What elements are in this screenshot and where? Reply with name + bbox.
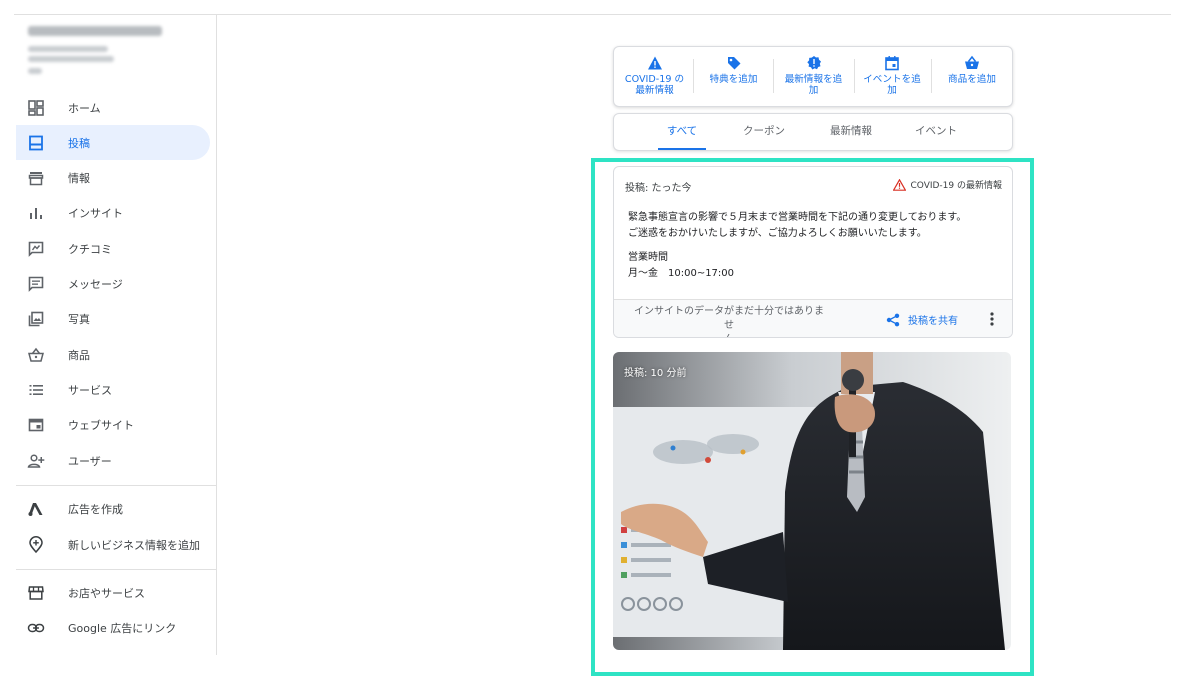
store-icon xyxy=(26,583,46,603)
sidebar-item-store[interactable]: お店やサービス xyxy=(16,575,210,610)
sidebar-item-services[interactable]: サービス xyxy=(16,372,210,407)
sidebar-item-label: 新しいビジネス情報を追加 xyxy=(68,538,200,552)
sidebar-item-label: 写真 xyxy=(68,312,90,326)
sidebar-item-label: 広告を作成 xyxy=(68,502,123,516)
sidebar-item-label: クチコミ xyxy=(68,242,112,256)
photo-icon xyxy=(26,309,46,329)
sidebar-item-label: インサイト xyxy=(68,206,123,220)
sidebar-item-add-business[interactable]: 新しいビジネス情報を追加 xyxy=(16,527,210,562)
sidebar-item-website[interactable]: ウェブサイト xyxy=(16,407,210,442)
add-covid-update-button[interactable]: COVID-19 の 最新情報 xyxy=(618,55,691,96)
add-event-button[interactable]: イベントを追 加 xyxy=(857,55,927,96)
sidebar-item-link-ads[interactable]: Google 広告にリンク xyxy=(16,610,210,645)
sidebar-item-info[interactable]: 情報 xyxy=(16,160,210,195)
highlight-frame xyxy=(591,158,1034,676)
sidebar-item-label: 投稿 xyxy=(68,136,90,150)
sidebar-item-label: ウェブサイト xyxy=(68,418,134,432)
sidebar-item-label: ホーム xyxy=(68,101,101,115)
sidebar-item-label: サービス xyxy=(68,383,112,397)
sidebar-item-label: 商品 xyxy=(68,348,90,362)
top-divider xyxy=(14,14,1171,15)
list-icon xyxy=(26,380,46,400)
dashboard-icon xyxy=(26,98,46,118)
add-update-button[interactable]: 最新情報を追 加 xyxy=(776,55,851,96)
sidebar-item-label: Google 広告にリンク xyxy=(68,621,177,635)
sidebar-item-create-ad[interactable]: 広告を作成 xyxy=(16,491,210,526)
sidebar-item-label: ユーザー xyxy=(68,454,112,468)
add-location-icon xyxy=(26,535,46,555)
sidebar-item-messages[interactable]: メッセージ xyxy=(16,266,210,301)
post-actions-bar: COVID-19 の 最新情報 特典を追加 最新情報を追 加 イベントを追 加 … xyxy=(613,46,1013,107)
sidebar-item-home[interactable]: ホーム xyxy=(16,90,210,125)
tab-coupons[interactable]: クーポン xyxy=(735,114,793,150)
tag-icon xyxy=(727,57,740,70)
storefront-icon xyxy=(26,168,46,188)
sidebar-item-label: メッセージ xyxy=(68,277,123,291)
post-icon xyxy=(26,133,46,153)
business-info-blurred xyxy=(28,22,178,82)
insights-icon xyxy=(26,203,46,223)
post-filter-tabs: すべて クーポン 最新情報 イベント xyxy=(613,113,1013,151)
sidebar-item-label: お店やサービス xyxy=(68,586,145,600)
update-icon xyxy=(806,56,821,70)
add-product-button[interactable]: 商品を追加 xyxy=(937,55,1007,85)
sidebar-separator xyxy=(16,569,216,570)
review-icon xyxy=(26,239,46,259)
add-offer-button[interactable]: 特典を追加 xyxy=(698,55,769,85)
warning-icon xyxy=(647,56,662,70)
add-user-icon xyxy=(26,451,46,471)
sidebar-item-photos[interactable]: 写真 xyxy=(16,301,210,336)
message-icon xyxy=(26,274,46,294)
sidebar-item-posts[interactable]: 投稿 xyxy=(16,125,210,160)
tab-all[interactable]: すべて xyxy=(658,114,706,150)
basket-icon xyxy=(965,55,979,69)
google-ads-icon xyxy=(26,499,46,519)
sidebar-separator xyxy=(16,485,216,486)
tab-events[interactable]: イベント xyxy=(906,114,966,150)
link-icon xyxy=(26,618,46,638)
sidebar-item-reviews[interactable]: クチコミ xyxy=(16,231,210,266)
sidebar-item-label: 情報 xyxy=(68,171,90,185)
calendar-icon xyxy=(885,56,899,71)
basket-icon xyxy=(26,345,46,365)
sidebar-item-insights[interactable]: インサイト xyxy=(16,195,210,230)
website-icon xyxy=(26,415,46,435)
sidebar-item-users[interactable]: ユーザー xyxy=(16,443,210,478)
tab-updates[interactable]: 最新情報 xyxy=(820,114,882,150)
sidebar-item-products[interactable]: 商品 xyxy=(16,337,210,372)
sidebar-divider xyxy=(216,15,217,655)
